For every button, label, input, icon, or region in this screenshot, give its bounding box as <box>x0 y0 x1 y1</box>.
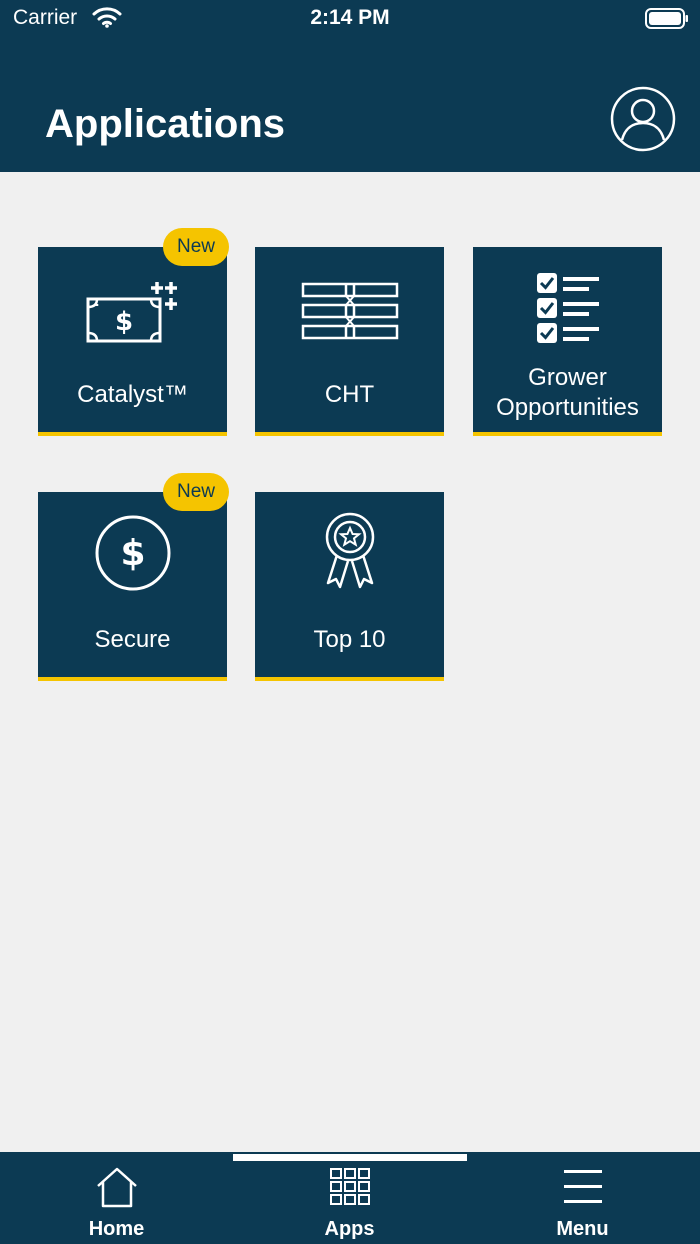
status-bar: Carrier 2:14 PM <box>0 0 700 40</box>
award-ribbon-icon <box>255 506 444 596</box>
dollar-circle-icon: $ <box>38 508 227 598</box>
battery-icon <box>645 8 689 35</box>
app-tile-label: CHT <box>324 381 375 408</box>
label-line-1: Grower <box>528 364 607 391</box>
page-title: Applications <box>45 102 286 146</box>
app-tile-cht[interactable]: CHT <box>255 247 444 436</box>
new-badge: New <box>163 473 229 511</box>
money-plus-icon: $ <box>38 267 227 357</box>
nav-apps[interactable]: Apps <box>233 1152 466 1244</box>
nav-menu[interactable]: Menu <box>466 1152 699 1244</box>
nav-label: Menu <box>556 1218 609 1240</box>
home-icon <box>0 1164 233 1210</box>
bottom-nav: Home Apps Menu <box>0 1152 700 1244</box>
new-badge: New <box>163 228 229 266</box>
label-line-2: Opportunities <box>496 394 639 421</box>
hamburger-menu-icon <box>466 1164 699 1210</box>
app-tile-catalyst[interactable]: $ Catalyst™ New <box>38 228 229 436</box>
checklist-icon <box>473 263 662 353</box>
app-tile-grower-opportunities[interactable]: Grower Opportunities <box>473 247 662 436</box>
app-tile-top-10[interactable]: Top 10 <box>255 492 444 681</box>
app-tile-label: Grower Opportunities <box>473 363 662 423</box>
nav-home[interactable]: Home <box>0 1152 233 1244</box>
user-circle-icon[interactable] <box>610 86 676 152</box>
svg-text:$: $ <box>114 307 132 337</box>
apps-grid-icon <box>233 1164 466 1210</box>
app-tile-secure[interactable]: $ Secure New <box>38 473 229 681</box>
app-tile-label: Top 10 <box>313 626 386 653</box>
app-header: Carrier 2:14 PM Applications <box>0 0 700 172</box>
nav-label: Apps <box>324 1218 375 1240</box>
nav-label: Home <box>88 1218 145 1240</box>
clock: 2:14 PM <box>310 6 390 29</box>
table-grid-icon <box>255 267 444 357</box>
app-tile-label: Catalyst™ <box>77 381 188 408</box>
svg-text:$: $ <box>120 533 145 574</box>
app-tile-label: Secure <box>94 626 171 653</box>
